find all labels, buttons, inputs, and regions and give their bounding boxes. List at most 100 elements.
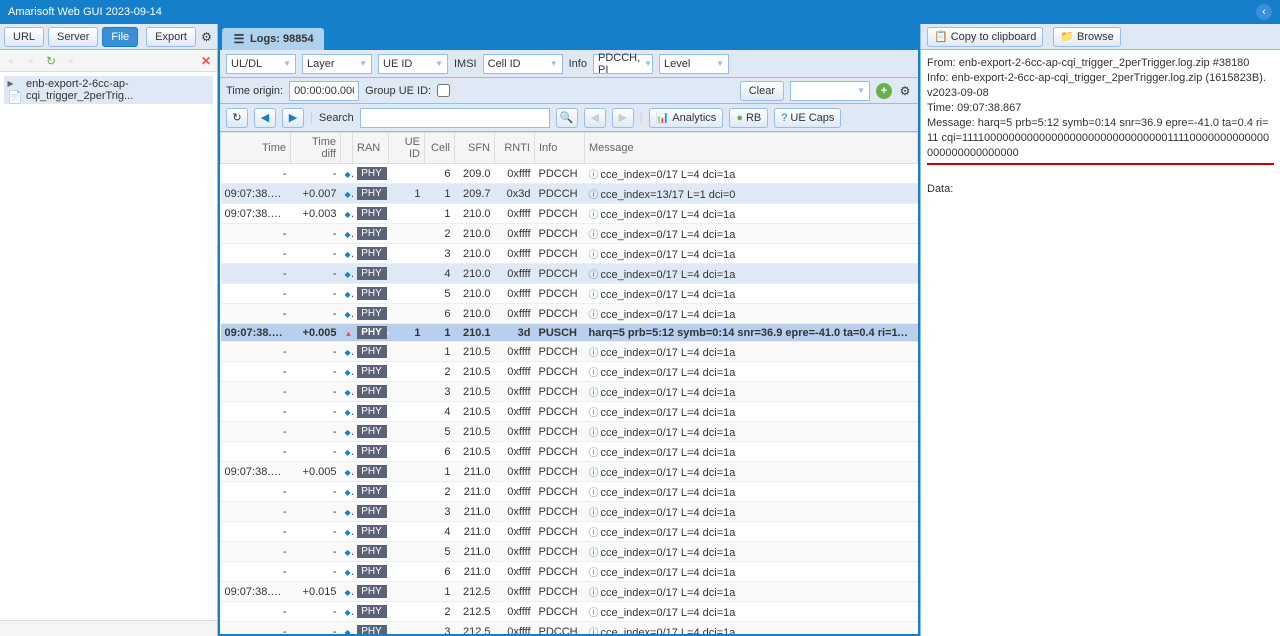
table-row[interactable]: --◆PHY4210.50xffffPDCCHⓘcce_index=0/17 L… [221,402,918,422]
close-icon[interactable]: ✕ [199,54,213,68]
col-header[interactable] [341,133,353,164]
filter-row: UL/DL▼ Layer▼ UE ID▼ IMSI Cell ID▼ Info … [220,50,918,78]
uldl-combo[interactable]: UL/DL▼ [226,54,296,74]
table-row[interactable]: 09:07:38.862+0.003◆PHY1210.00xffffPDCCHⓘ… [221,204,918,224]
analytics-button[interactable]: 📊Analytics [649,108,724,128]
table-row[interactable]: --◆PHY6210.50xffffPDCCHⓘcce_index=0/17 L… [221,442,918,462]
cell: 210.5 [455,402,495,422]
table-row[interactable]: --◆PHY2211.00xffffPDCCHⓘcce_index=0/17 L… [221,482,918,502]
doc2-icon[interactable]: ▫ [24,54,38,68]
export-button[interactable]: Export [146,27,196,47]
search-back-icon[interactable]: ◀ [584,108,606,128]
cell: - [221,164,291,184]
window-icon[interactable]: ▫ [64,54,78,68]
app-header: Amarisoft Web GUI 2023-09-14 ‹ [0,0,1280,24]
cell: PHY [353,342,389,362]
add-icon[interactable]: + [876,83,892,99]
table-row[interactable]: --◆PHY3210.00xffffPDCCHⓘcce_index=0/17 L… [221,244,918,264]
url-button[interactable]: URL [4,27,44,47]
table-row[interactable]: --◆PHY6209.00xffffPDCCHⓘcce_index=0/17 L… [221,164,918,184]
search-input[interactable] [360,108,550,128]
cell: +0.007 [291,184,341,204]
search-label: Search [319,112,354,124]
table-row[interactable]: --◆PHY3211.00xffffPDCCHⓘcce_index=0/17 L… [221,502,918,522]
cell: - [291,482,341,502]
forward-icon[interactable]: ▶ [282,108,304,128]
cell: 0xffff [495,582,535,602]
table-row[interactable]: --◆PHY5211.00xffffPDCCHⓘcce_index=0/17 L… [221,542,918,562]
cell: ◆ [341,342,353,362]
ueid-combo[interactable]: UE ID▼ [378,54,448,74]
collapse-icon[interactable]: ‹ [1256,4,1272,20]
cell: 0xffff [495,244,535,264]
doc-icon[interactable]: ▫ [4,54,18,68]
col-header[interactable]: Time diff [291,133,341,164]
cell: PDCCH [535,482,585,502]
col-header[interactable]: SFN [455,133,495,164]
table-row[interactable]: --◆PHY2210.00xffffPDCCHⓘcce_index=0/17 L… [221,224,918,244]
cell: 6 [425,562,455,582]
search-fwd-icon[interactable]: ▶ [612,108,634,128]
copy-button[interactable]: 📋Copy to clipboard [927,27,1043,47]
col-header[interactable]: Message [585,133,918,164]
table-row[interactable]: --◆PHY5210.50xffffPDCCHⓘcce_index=0/17 L… [221,422,918,442]
left-scrollbar[interactable] [0,620,217,636]
tab-label: Logs: 98854 [250,33,314,45]
col-header[interactable]: RNTI [495,133,535,164]
server-button[interactable]: Server [48,27,98,47]
cell: - [221,362,291,382]
table-row[interactable]: 09:07:38.887+0.015◆PHY1212.50xffffPDCCHⓘ… [221,582,918,602]
binoculars-icon[interactable]: 🔍 [556,108,578,128]
info-combo[interactable]: PDCCH, PI▼ [593,54,653,74]
col-header[interactable]: RAN [353,133,389,164]
col-header[interactable]: Cell [425,133,455,164]
detail-from: From: enb-export-2-6cc-ap-cqi_trigger_2p… [927,56,1274,71]
cell: 09:07:38.887 [221,582,291,602]
table-row[interactable]: 09:07:38.867+0.005▲PHY11210.13dPUSCHharq… [221,324,918,342]
table-row[interactable]: --◆PHY3212.50xffffPDCCHⓘcce_index=0/17 L… [221,622,918,635]
cell: 6 [425,442,455,462]
col-header[interactable]: Info [535,133,585,164]
gear2-icon[interactable]: ⚙ [898,84,912,98]
cell: - [291,502,341,522]
file-button[interactable]: File [102,27,138,47]
cell: 0xffff [495,304,535,324]
table-row[interactable]: --◆PHY1210.50xffffPDCCHⓘcce_index=0/17 L… [221,342,918,362]
rb-button[interactable]: ●RB [729,108,768,128]
gear-icon[interactable]: ⚙ [200,30,213,44]
preset-combo[interactable]: ▼ [790,81,870,101]
table-row[interactable]: --◆PHY2212.50xffffPDCCHⓘcce_index=0/17 L… [221,602,918,622]
table-row[interactable]: 09:07:38.872+0.005◆PHY1211.00xffffPDCCHⓘ… [221,462,918,482]
table-row[interactable]: --◆PHY6211.00xffffPDCCHⓘcce_index=0/17 L… [221,562,918,582]
log-grid[interactable]: TimeTime diff RANUE IDCellSFNRNTIInfoMess… [220,132,918,634]
level-combo[interactable]: Level▼ [659,54,729,74]
cell: - [291,362,341,382]
tree-item-log[interactable]: ▸ 📄 enb-export-2-6cc-ap-cqi_trigger_2per… [4,76,213,104]
tab-logs[interactable]: ☰ Logs: 98854 [222,28,324,50]
refresh-icon[interactable]: ↻ [44,54,58,68]
table-row[interactable]: --◆PHY5210.00xffffPDCCHⓘcce_index=0/17 L… [221,284,918,304]
tree-item-label: enb-export-2-6cc-ap-cqi_trigger_2perTrig… [26,78,209,102]
cell: 0xffff [495,224,535,244]
col-header[interactable]: Time [221,133,291,164]
cell [389,284,425,304]
clear-button[interactable]: Clear [740,81,784,101]
back-icon[interactable]: ◀ [254,108,276,128]
cell: ⓘcce_index=0/17 L=4 dci=1a [585,482,918,502]
layer-combo[interactable]: Layer▼ [302,54,372,74]
table-row[interactable]: --◆PHY2210.50xffffPDCCHⓘcce_index=0/17 L… [221,362,918,382]
cell: ◆ [341,204,353,224]
table-row[interactable]: --◆PHY4210.00xffffPDCCHⓘcce_index=0/17 L… [221,264,918,284]
uecaps-button[interactable]: ?UE Caps [774,108,841,128]
time-origin-input[interactable] [289,81,359,101]
group-ueid-checkbox[interactable] [437,84,450,97]
refresh-nav-icon[interactable]: ↻ [226,108,248,128]
table-row[interactable]: --◆PHY4211.00xffffPDCCHⓘcce_index=0/17 L… [221,522,918,542]
cell: 0xffff [495,422,535,442]
table-row[interactable]: --◆PHY3210.50xffffPDCCHⓘcce_index=0/17 L… [221,382,918,402]
browse-button[interactable]: 📁Browse [1053,27,1120,47]
col-header[interactable]: UE ID [389,133,425,164]
table-row[interactable]: --◆PHY6210.00xffffPDCCHⓘcce_index=0/17 L… [221,304,918,324]
cellid-combo[interactable]: Cell ID▼ [483,54,563,74]
table-row[interactable]: 09:07:38.859+0.007◆PHY11209.70x3dPDCCHⓘc… [221,184,918,204]
